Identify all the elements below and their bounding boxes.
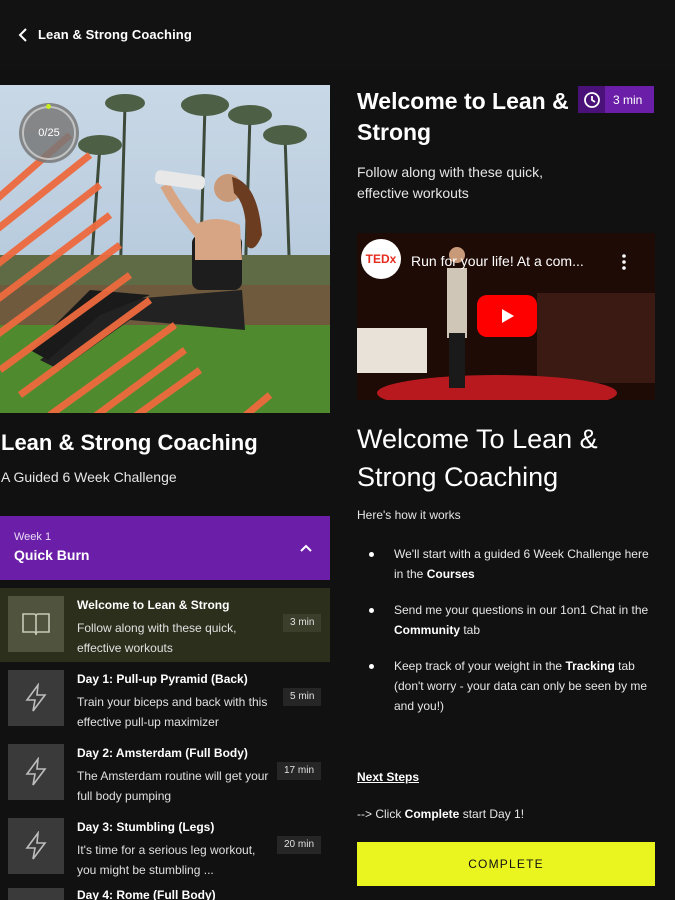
lesson-duration: 3 min xyxy=(283,614,322,632)
lesson-duration: 20 min xyxy=(277,836,322,854)
lesson-item[interactable]: Day 4: Rome (Full Body) xyxy=(0,884,330,900)
how-it-works-text: Here's how it works xyxy=(357,508,461,522)
play-icon[interactable] xyxy=(477,295,537,337)
video-player[interactable]: TEDx Run for your life! At a com... xyxy=(357,233,655,400)
ted-logo: TEDx xyxy=(361,239,401,279)
top-bar: Lean & Strong Coaching xyxy=(0,0,675,70)
lesson-item[interactable]: Day 2: Amsterdam (Full Body) The Amsterd… xyxy=(0,736,330,810)
week-accordion-header[interactable]: Week 1 Quick Burn xyxy=(0,516,330,580)
page-title: Lean & Strong Coaching xyxy=(38,27,192,42)
lightning-icon xyxy=(8,888,64,900)
duration-text: 3 min xyxy=(613,92,643,107)
lightning-icon xyxy=(8,818,64,874)
lesson-description: Train your biceps and back with this eff… xyxy=(77,695,268,729)
lesson-item[interactable]: Day 1: Pull-up Pyramid (Back) Train your… xyxy=(0,662,330,736)
lesson-item[interactable]: Welcome to Lean & Strong Follow along wi… xyxy=(0,588,330,662)
lightning-icon xyxy=(8,670,64,726)
next-steps-text: --> Click Complete start Day 1! xyxy=(357,807,525,821)
next-steps-heading: Next Steps xyxy=(357,770,420,784)
week-label: Week 1 xyxy=(14,531,52,543)
complete-button[interactable]: COMPLETE xyxy=(357,842,655,886)
clock-icon xyxy=(578,86,605,113)
lesson-intro: Follow along with these quick, effective… xyxy=(357,164,543,201)
lesson-description: Follow along with these quick, effective… xyxy=(77,621,237,655)
back-arrow-icon[interactable] xyxy=(14,25,32,45)
week-name: Quick Burn xyxy=(14,547,90,563)
lightning-icon xyxy=(8,744,64,800)
lesson-item[interactable]: Day 3: Stumbling (Legs) It's time for a … xyxy=(0,810,330,884)
lesson-description: The Amsterdam routine will get your full… xyxy=(77,769,269,803)
duration-badge: 3 min xyxy=(578,86,654,113)
lesson-duration: 5 min xyxy=(283,688,322,706)
progress-ring: 0/25 xyxy=(19,103,79,163)
course-subtitle: A Guided 6 Week Challenge xyxy=(1,469,177,485)
lesson-duration: 17 min xyxy=(277,762,322,780)
lesson-title: Day 2: Amsterdam (Full Body) xyxy=(77,746,248,760)
video-title: Run for your life! At a com... xyxy=(411,253,584,269)
lesson-title: Day 3: Stumbling (Legs) xyxy=(77,820,215,834)
chevron-up-icon[interactable] xyxy=(298,540,314,556)
lesson-title: Day 4: Rome (Full Body) xyxy=(77,888,216,900)
book-icon xyxy=(8,596,64,652)
lesson-description: It's time for a serious leg workout, you… xyxy=(77,843,256,877)
lesson-detail-title: Welcome to Lean & Strong xyxy=(357,88,569,145)
content-heading: Welcome To Lean & Strong Coaching xyxy=(357,424,598,492)
lesson-title: Welcome to Lean & Strong xyxy=(77,598,230,612)
lesson-title: Day 1: Pull-up Pyramid (Back) xyxy=(77,672,248,686)
course-title: Lean & Strong Coaching xyxy=(1,430,258,455)
more-vertical-icon[interactable] xyxy=(621,253,627,271)
